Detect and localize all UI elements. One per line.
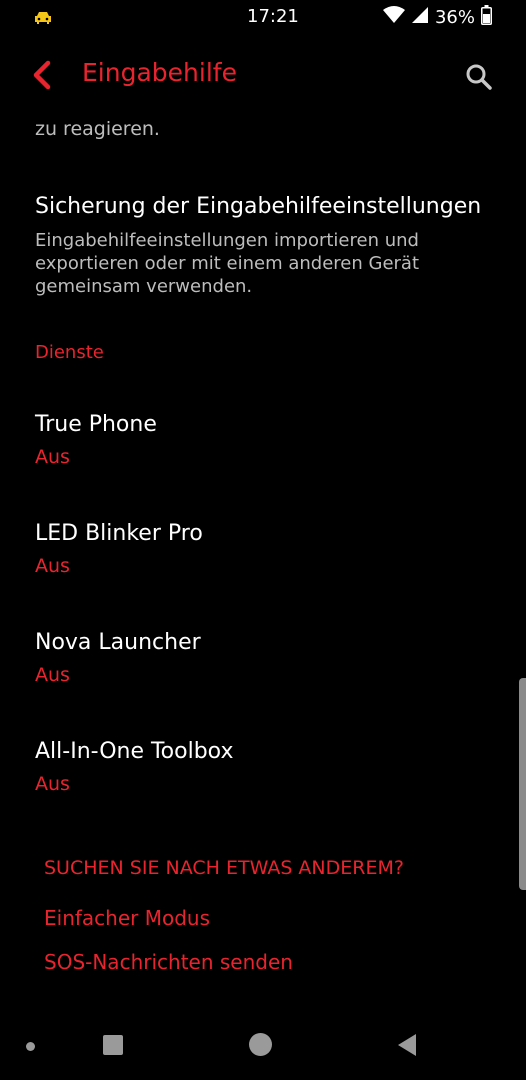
section-header-dienste: Dienste	[35, 342, 104, 363]
back-button[interactable]	[26, 58, 60, 92]
scrollbar[interactable]	[519, 678, 526, 890]
wifi-icon	[382, 6, 405, 28]
service-status: Aus	[35, 555, 70, 577]
battery-icon	[481, 5, 492, 29]
status-bar: 17:21 36%	[0, 0, 526, 36]
status-icons: 36%	[382, 5, 492, 29]
backup-title: Sicherung der Eingabehilfeeinstellungen	[35, 194, 482, 219]
dot-icon	[26, 1042, 35, 1051]
suggestions-header: SUCHEN SIE NACH ETWAS ANDEREM?	[44, 857, 404, 879]
service-name: Nova Launcher	[35, 630, 201, 655]
service-status: Aus	[35, 773, 70, 795]
service-status: Aus	[35, 446, 70, 468]
chevron-left-icon	[33, 60, 51, 90]
previous-item-summary: zu reagieren.	[35, 118, 160, 140]
service-name: LED Blinker Pro	[35, 521, 203, 546]
service-name: True Phone	[35, 412, 157, 437]
service-name: All-In-One Toolbox	[35, 739, 234, 764]
backup-summary: Eingabehilfeeinstellungen importieren un…	[35, 230, 420, 297]
home-icon[interactable]	[249, 1033, 272, 1056]
search-button[interactable]	[462, 60, 496, 94]
recents-icon[interactable]	[103, 1035, 123, 1055]
status-time: 17:21	[247, 6, 299, 27]
service-status: Aus	[35, 664, 70, 686]
signal-icon	[411, 6, 429, 28]
battery-percentage: 36%	[434, 6, 475, 28]
search-icon	[466, 64, 492, 90]
sos-messages-link[interactable]: SOS-Nachrichten senden	[44, 950, 293, 974]
car-icon	[34, 10, 52, 29]
back-icon[interactable]	[398, 1034, 416, 1056]
navigation-bar	[0, 1010, 526, 1080]
simple-mode-link[interactable]: Einfacher Modus	[44, 906, 210, 930]
app-bar: Eingabehilfe	[0, 40, 526, 112]
page-title: Eingabehilfe	[82, 58, 237, 87]
